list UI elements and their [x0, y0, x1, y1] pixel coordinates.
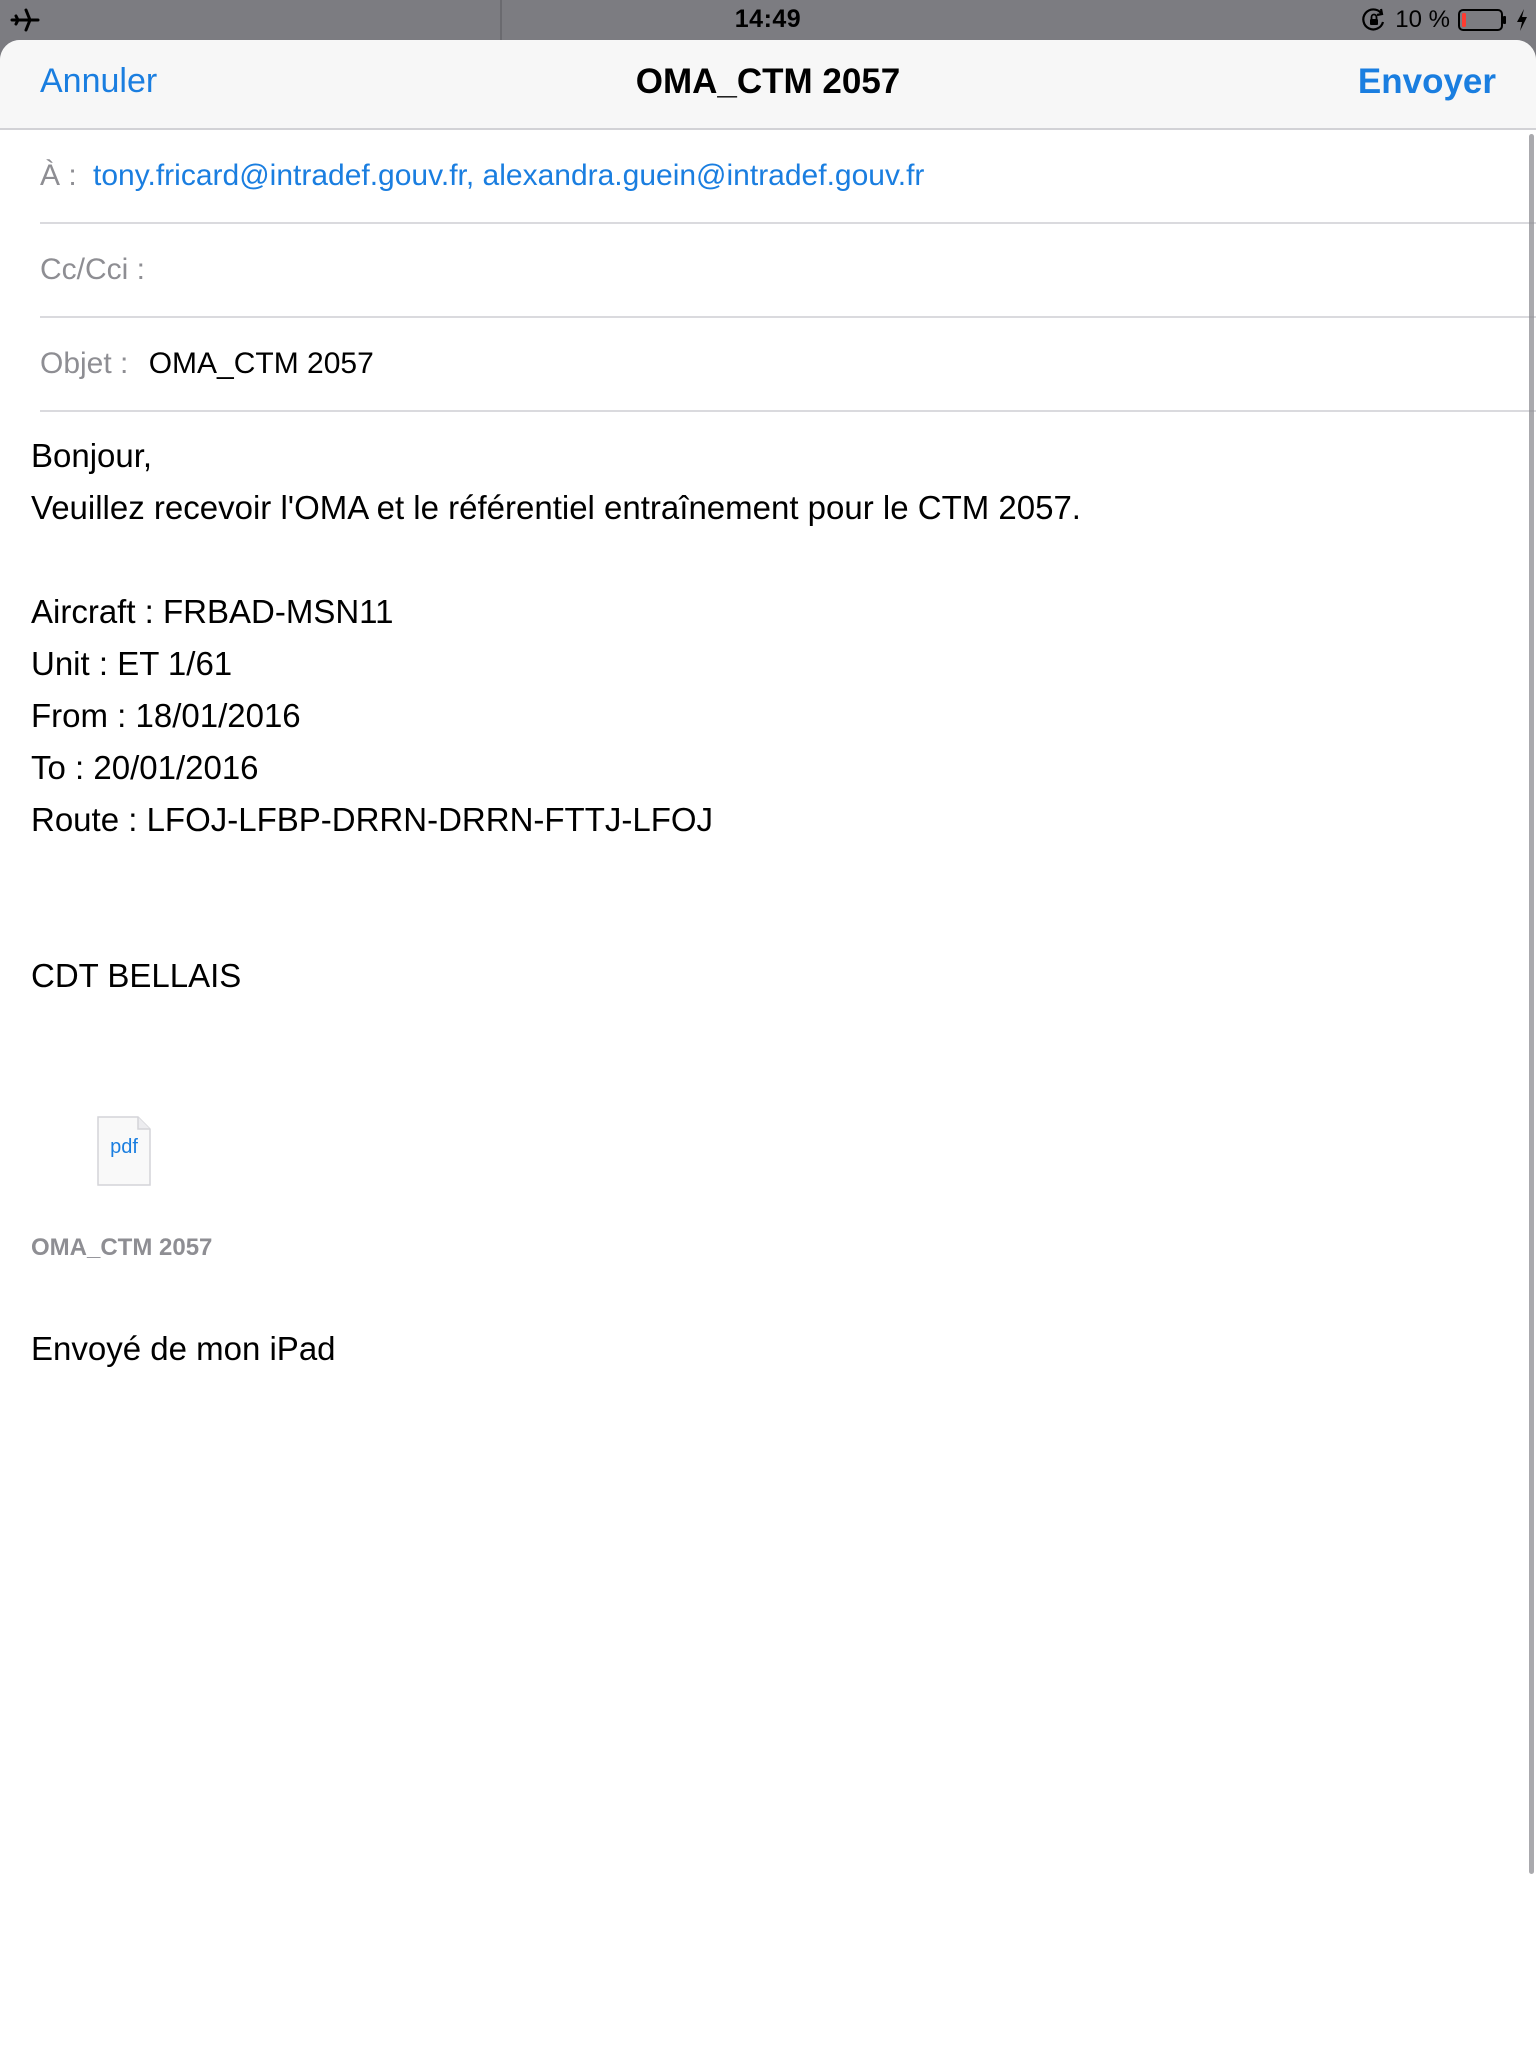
- pdf-icon-label: pdf: [110, 1136, 138, 1158]
- attachment-name: OMA_CTM 2057: [31, 1234, 213, 1261]
- body-line: Veuillez recevoir l'OMA et le référentie…: [31, 489, 1081, 526]
- message-body[interactable]: Bonjour, Veuillez recevoir l'OMA et le r…: [31, 430, 1491, 1002]
- send-button[interactable]: Envoyer: [1358, 62, 1496, 102]
- body-line: From : 18/01/2016: [31, 697, 301, 734]
- cancel-button[interactable]: Annuler: [40, 62, 157, 101]
- compose-sheet: Annuler OMA_CTM 2057 Envoyer À : tony.fr…: [0, 40, 1536, 2048]
- cc-field[interactable]: Cc/Cci :: [40, 224, 1536, 318]
- to-label: À :: [40, 159, 77, 192]
- body-line: To : 20/01/2016: [31, 749, 259, 786]
- body-line: Unit : ET 1/61: [31, 645, 233, 682]
- body-line: Bonjour,: [31, 437, 153, 474]
- charging-icon: [1516, 8, 1528, 32]
- pdf-file-icon[interactable]: pdf: [97, 1116, 151, 1186]
- signature: Envoyé de mon iPad: [31, 1330, 336, 1367]
- nav-bar: Annuler OMA_CTM 2057 Envoyer: [0, 40, 1536, 130]
- battery-percent: 10 %: [1395, 6, 1450, 33]
- subject-value[interactable]: OMA_CTM 2057: [149, 347, 374, 380]
- to-field[interactable]: À : tony.fricard@intradef.gouv.fr, alexa…: [40, 130, 1536, 224]
- rotation-lock-icon: [1361, 7, 1387, 33]
- scrollbar[interactable]: [1529, 134, 1534, 1874]
- recipients-value[interactable]: tony.fricard@intradef.gouv.fr, alexandra…: [93, 159, 924, 192]
- body-line: [31, 846, 1491, 898]
- subject-field[interactable]: Objet : OMA_CTM 2057: [40, 318, 1536, 412]
- status-bar: 14:49 10 %: [0, 0, 1536, 40]
- battery-fill: [1462, 13, 1466, 27]
- battery-icon: [1458, 8, 1508, 32]
- body-line: Aircraft : FRBAD-MSN11: [31, 593, 394, 630]
- status-right: 10 %: [1361, 4, 1528, 36]
- body-line: CDT BELLAIS: [31, 957, 242, 994]
- cc-label: Cc/Cci :: [40, 253, 145, 286]
- page-title: OMA_CTM 2057: [635, 62, 901, 101]
- status-time: 14:49: [734, 5, 802, 33]
- body-line: Route : LFOJ-LFBP-DRRN-DRRN-FTTJ-LFOJ: [31, 801, 714, 838]
- body-line: [31, 898, 1491, 950]
- subject-label: Objet :: [40, 347, 129, 380]
- body-line: [31, 534, 1491, 586]
